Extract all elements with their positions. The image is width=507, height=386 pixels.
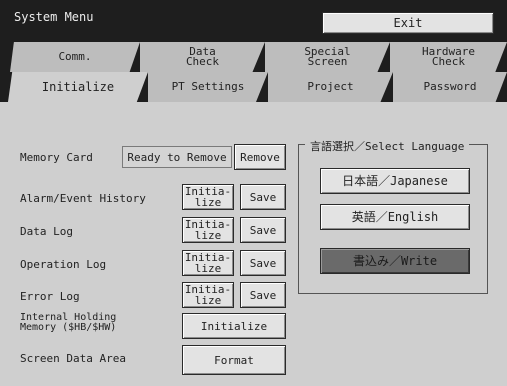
error-log-initialize-button[interactable]: Initia- lize (182, 282, 234, 308)
alarm-event-history-save-button[interactable]: Save (240, 184, 286, 210)
data-log-save-button[interactable]: Save (240, 217, 286, 243)
alarm-event-history-initialize-button[interactable]: Initia- lize (182, 184, 234, 210)
screen-data-area-format-button[interactable]: Format (182, 345, 286, 375)
operation-log-save-button[interactable]: Save (240, 250, 286, 276)
write-button[interactable]: 書込み／Write (320, 248, 470, 274)
tab-password[interactable]: Password (393, 72, 507, 102)
tab-hardware-check[interactable]: Hardware Check (390, 42, 507, 72)
alarm-event-history-label: Alarm/Event History (20, 192, 146, 205)
system-menu-screen: System Menu Exit Comm. Data Check Specia… (0, 0, 507, 386)
title-bar: System Menu Exit (0, 0, 507, 36)
error-log-save-button[interactable]: Save (240, 282, 286, 308)
tab-row-bottom: Initialize PT Settings Project Password (0, 72, 507, 102)
english-button[interactable]: 英語／English (320, 204, 470, 230)
window-title: System Menu (14, 10, 94, 24)
internal-holding-memory-label: Internal Holding Memory ($HB/$HW) (20, 312, 117, 333)
tab-comm[interactable]: Comm. (10, 42, 140, 72)
operation-log-label: Operation Log (20, 258, 107, 271)
error-log-label: Error Log (20, 290, 80, 303)
tab-pt-settings[interactable]: PT Settings (148, 72, 268, 102)
tab-initialize[interactable]: Initialize (8, 72, 148, 102)
screen-data-area-label: Screen Data Area (20, 352, 126, 365)
tab-project[interactable]: Project (268, 72, 393, 102)
operation-log-initialize-button[interactable]: Initia- lize (182, 250, 234, 276)
tab-data-check[interactable]: Data Check (140, 42, 265, 72)
internal-holding-memory-initialize-button[interactable]: Initialize (182, 313, 286, 339)
exit-button[interactable]: Exit (322, 12, 494, 34)
memory-card-label: Memory Card (20, 151, 93, 164)
data-log-label: Data Log (20, 225, 73, 238)
memory-card-status: Ready to Remove (122, 146, 232, 168)
tab-special-screen[interactable]: Special Screen (265, 42, 390, 72)
remove-button[interactable]: Remove (234, 144, 286, 170)
select-language-title: 言語選択／Select Language (305, 138, 470, 154)
tab-row-top: Comm. Data Check Special Screen Hardware… (0, 36, 507, 72)
data-log-initialize-button[interactable]: Initia- lize (182, 217, 234, 243)
japanese-button[interactable]: 日本語／Japanese (320, 168, 470, 194)
